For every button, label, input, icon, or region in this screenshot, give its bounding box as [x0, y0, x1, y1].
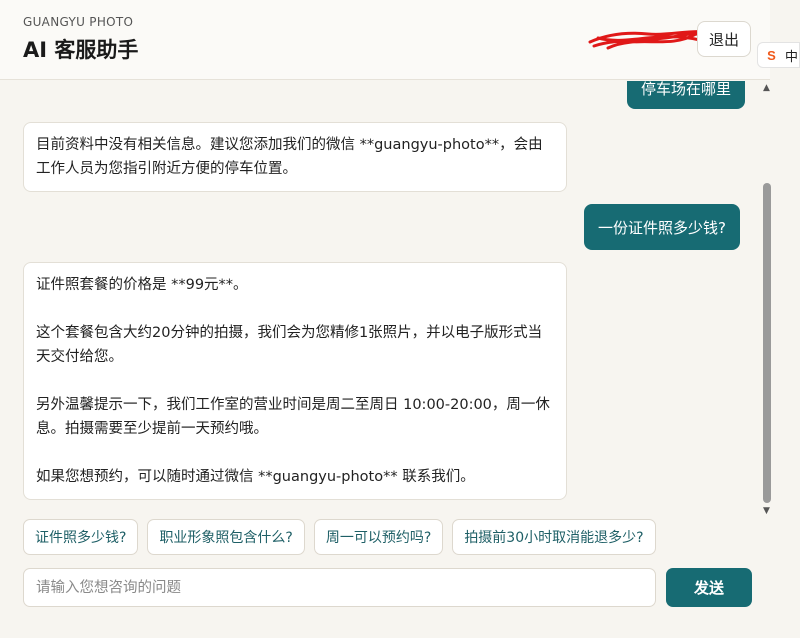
message-text: 停车场在哪里: [641, 81, 732, 98]
redaction-scribble: [588, 30, 708, 50]
page-title: AI 客服助手: [23, 38, 139, 62]
chat-scrollbar[interactable]: ▲ ▼: [761, 81, 773, 521]
extension-language-label: 中: [785, 49, 799, 65]
user-message: 一份证件照多少钱?: [584, 204, 740, 250]
scroll-up-arrow-icon[interactable]: ▲: [763, 83, 770, 93]
assistant-message: 目前资料中没有相关信息。建议您添加我们的微信 **guangyu-photo**…: [23, 122, 567, 192]
scrollbar-thumb[interactable]: [763, 183, 771, 503]
sogou-s-icon: S: [764, 47, 779, 63]
suggestion-chip[interactable]: 职业形象照包含什么?: [147, 519, 305, 555]
question-input[interactable]: [23, 568, 656, 607]
chat-history[interactable]: 停车场在哪里 目前资料中没有相关信息。建议您添加我们的微信 **guangyu-…: [0, 81, 760, 511]
suggestion-chips: 证件照多少钱? 职业形象照包含什么? 周一可以预约吗? 拍摄前30小时取消能退多…: [23, 519, 656, 555]
app-header: GUANGYU PHOTO AI 客服助手 退出: [0, 0, 770, 80]
message-paragraph: 目前资料中没有相关信息。建议您添加我们的微信 **guangyu-photo**…: [36, 137, 543, 177]
scroll-down-arrow-icon[interactable]: ▼: [763, 506, 770, 516]
assistant-message: 证件照套餐的价格是 **99元**。 这个套餐包含大约20分钟的拍摄，我们会为您…: [23, 262, 567, 500]
suggestion-chip[interactable]: 周一可以预约吗?: [313, 519, 444, 555]
suggestion-chip[interactable]: 拍摄前30小时取消能退多少?: [452, 519, 656, 555]
message-paragraph: 另外温馨提示一下，我们工作室的营业时间是周二至周日 10:00-20:00，周一…: [36, 397, 550, 437]
brand-name: GUANGYU PHOTO: [23, 15, 134, 29]
logout-button[interactable]: 退出: [697, 21, 751, 57]
suggestion-chip[interactable]: 证件照多少钱?: [23, 519, 139, 555]
message-paragraph: 如果您想预约，可以随时通过微信 **guangyu-photo** 联系我们。: [36, 469, 475, 485]
message-text: 一份证件照多少钱?: [598, 218, 726, 237]
message-paragraph: 证件照套餐的价格是 **99元**。: [36, 277, 248, 293]
message-paragraph: 这个套餐包含大约20分钟的拍摄，我们会为您精修1张照片，并以电子版形式当天交付给…: [36, 325, 543, 365]
browser-extension-badge[interactable]: S 中: [757, 42, 800, 68]
send-button[interactable]: 发送: [666, 568, 752, 607]
user-message: 停车场在哪里: [627, 81, 746, 109]
